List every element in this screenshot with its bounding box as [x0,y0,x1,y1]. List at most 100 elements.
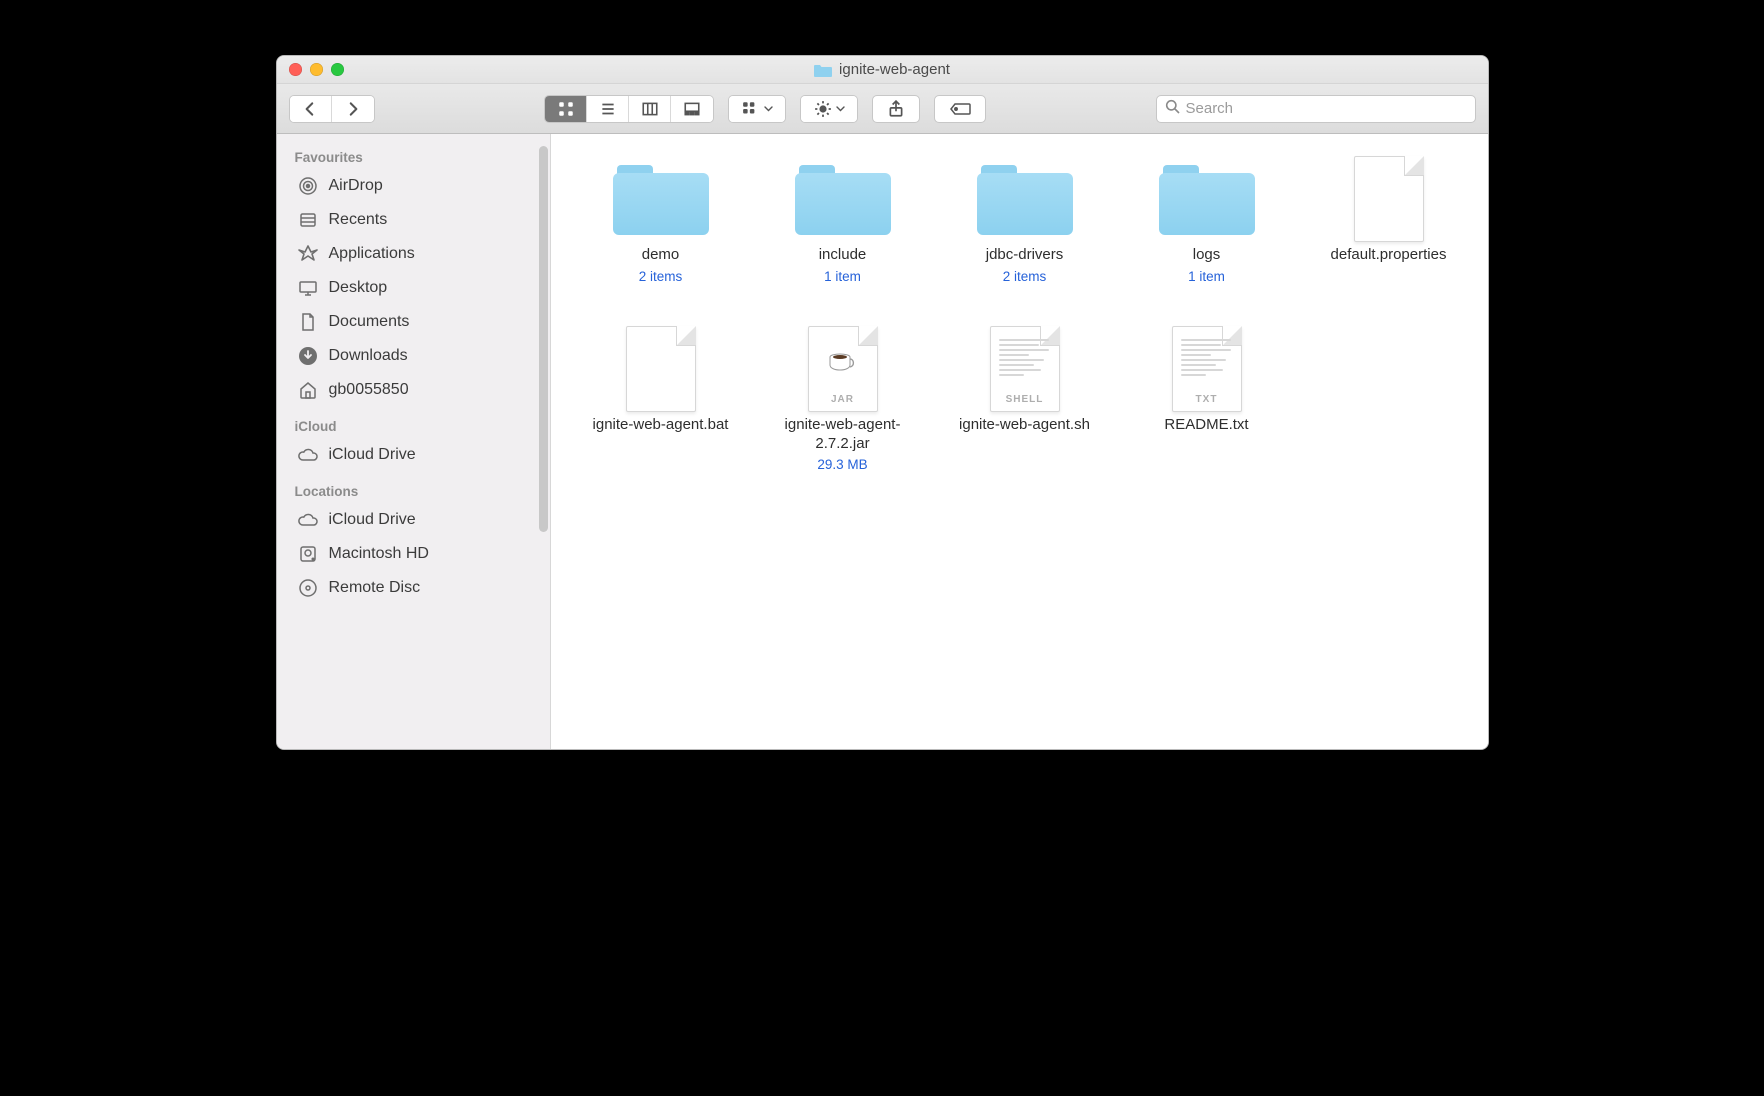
file-item[interactable]: include 1 item [755,152,931,288]
sidebar-item-label: Downloads [329,347,408,365]
disc-icon [297,577,319,599]
column-view-button[interactable] [629,96,671,122]
file-name: demo [642,246,680,265]
titlebar: ignite-web-agent [277,56,1488,84]
sidebar-item-downloads[interactable]: Downloads [277,339,550,373]
zoom-button[interactable] [331,63,344,76]
window-body: Favourites AirDrop Recents Applications Desk… [277,134,1488,749]
home-icon [297,379,319,401]
sidebar-item-label: Documents [329,313,410,331]
sidebar-section-header: iCloud [277,413,550,438]
window-controls [289,63,344,76]
folder-icon [793,156,893,242]
file-grid: demo 2 items include 1 item jdbc-drivers 2 it… [573,152,1466,476]
file-item[interactable]: TXT README.txt [1119,322,1295,477]
file-name: README.txt [1164,416,1248,435]
back-button[interactable] [290,96,332,122]
file-subtext: 1 item [1188,269,1225,284]
sidebar-item-recents[interactable]: Recents [277,203,550,237]
action-menu-button[interactable] [801,96,857,122]
file-icon: TXT [1157,326,1257,412]
arrange-button[interactable] [729,96,785,122]
file-item[interactable]: JAR ignite-web-agent-2.7.2.jar 29.3 MB [755,322,931,477]
sidebar-item-iclouddrive2[interactable]: iCloud Drive [277,503,550,537]
nav-group [289,95,375,123]
sidebar-item-home[interactable]: gb0055850 [277,373,550,407]
file-name: ignite-web-agent.sh [959,416,1090,435]
file-icon: SHELL [975,326,1075,412]
desktop-icon [297,277,319,299]
folder-icon [975,156,1075,242]
sidebar-item-documents[interactable]: Documents [277,305,550,339]
downloads-icon [297,345,319,367]
arrange-group [728,95,786,123]
window-title: ignite-web-agent [814,61,950,78]
toolbar [277,84,1488,134]
cloud-icon [297,444,319,466]
sidebar-item-iclouddrive1[interactable]: iCloud Drive [277,438,550,472]
folder-icon [611,156,711,242]
sidebar-item-airdrop[interactable]: AirDrop [277,169,550,203]
documents-icon [297,311,319,333]
file-name: jdbc-drivers [986,246,1064,265]
sidebar-item-remotedisc[interactable]: Remote Disc [277,571,550,605]
sidebar-item-label: Applications [329,245,415,263]
file-icon: JAR [793,326,893,412]
sidebar-item-label: AirDrop [329,177,383,195]
search-icon [1165,99,1180,119]
file-subtext: 1 item [824,269,861,284]
close-button[interactable] [289,63,302,76]
view-mode-group [544,95,714,123]
recents-icon [297,209,319,231]
file-item[interactable]: logs 1 item [1119,152,1295,288]
file-item[interactable]: jdbc-drivers 2 items [937,152,1113,288]
sidebar-item-label: Desktop [329,279,388,297]
sidebar-section-header: Locations [277,478,550,503]
search-input[interactable] [1186,100,1467,117]
sidebar-item-desktop[interactable]: Desktop [277,271,550,305]
file-name: default.properties [1331,246,1447,265]
file-name: include [819,246,867,265]
cloud-icon [297,509,319,531]
file-subtext: 29.3 MB [817,457,867,472]
sidebar-item-macintoshhd[interactable]: Macintosh HD [277,537,550,571]
file-icon [1339,156,1439,242]
content-area[interactable]: demo 2 items include 1 item jdbc-drivers 2 it… [551,134,1488,749]
airdrop-icon [297,175,319,197]
sidebar-scrollbar[interactable] [539,146,548,532]
minimize-button[interactable] [310,63,323,76]
icon-view-button[interactable] [545,96,587,122]
gallery-view-button[interactable] [671,96,713,122]
action-group [800,95,858,123]
sidebar-section-header: Favourites [277,144,550,169]
sidebar-item-label: Macintosh HD [329,545,429,563]
finder-window: ignite-web-agent [276,55,1489,750]
sidebar-item-label: Remote Disc [329,579,421,597]
sidebar-item-label: iCloud Drive [329,446,416,464]
folder-icon [814,63,832,77]
file-name: ignite-web-agent-2.7.2.jar [763,416,923,454]
file-item[interactable]: default.properties [1301,152,1477,288]
sidebar-item-label: iCloud Drive [329,511,416,529]
hdd-icon [297,543,319,565]
search-field[interactable] [1156,95,1476,123]
forward-button[interactable] [332,96,374,122]
apps-icon [297,243,319,265]
share-button[interactable] [872,95,920,123]
file-item[interactable]: ignite-web-agent.bat [573,322,749,477]
folder-icon [1157,156,1257,242]
sidebar-item-applications[interactable]: Applications [277,237,550,271]
file-icon [611,326,711,412]
list-view-button[interactable] [587,96,629,122]
sidebar-item-label: gb0055850 [329,381,409,399]
file-subtext: 2 items [1003,269,1047,284]
file-name: logs [1193,246,1221,265]
file-item[interactable]: SHELL ignite-web-agent.sh [937,322,1113,477]
tags-button[interactable] [934,95,986,123]
file-item[interactable]: demo 2 items [573,152,749,288]
window-title-text: ignite-web-agent [839,61,950,78]
sidebar-item-label: Recents [329,211,388,229]
file-subtext: 2 items [639,269,683,284]
sidebar: Favourites AirDrop Recents Applications Desk… [277,134,551,749]
file-name: ignite-web-agent.bat [593,416,729,435]
